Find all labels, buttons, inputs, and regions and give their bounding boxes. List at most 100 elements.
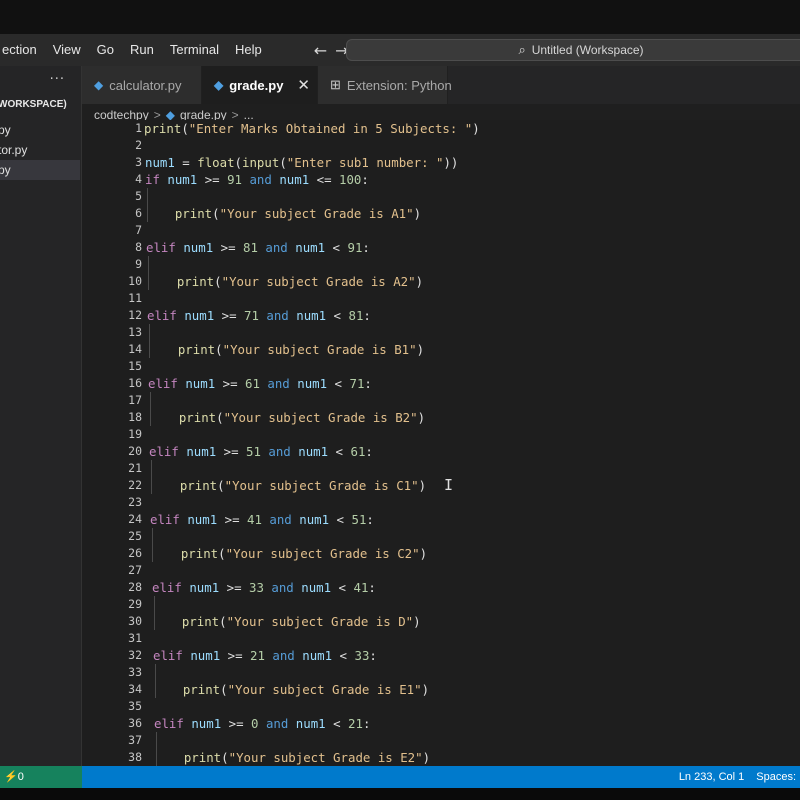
text-cursor-icon: I bbox=[444, 476, 454, 494]
menu-selection[interactable]: ection bbox=[0, 34, 45, 66]
code-line[interactable]: print("Enter Marks Obtained in 5 Subject… bbox=[144, 120, 480, 137]
line-number: 26 bbox=[128, 546, 142, 560]
code-token: "Your subject Grade is C2" bbox=[225, 546, 420, 561]
code-token: "Your subject Grade is A2" bbox=[221, 274, 416, 289]
code-token: ( bbox=[219, 614, 227, 629]
remote-indicator[interactable]: ⚡0 bbox=[0, 766, 82, 788]
code-token: >= bbox=[219, 580, 249, 595]
code-token: <= bbox=[309, 172, 340, 187]
code-token: ) bbox=[417, 410, 426, 425]
indent-guide bbox=[156, 732, 157, 766]
code-token: < bbox=[329, 512, 352, 527]
tab-grade[interactable]: ◆ grade.py ✕ bbox=[202, 66, 318, 104]
more-actions-icon[interactable]: ··· bbox=[50, 72, 65, 87]
code-token: "Your subject Grade is D" bbox=[226, 614, 414, 629]
code-token: elif bbox=[154, 716, 184, 731]
code-line[interactable]: elif num1 >= 61 and num1 < 71: bbox=[148, 375, 372, 392]
code-line[interactable]: elif num1 >= 33 and num1 < 41: bbox=[152, 579, 376, 596]
code-token: print bbox=[178, 410, 217, 425]
indent-guide bbox=[152, 528, 153, 562]
tab-calculator[interactable]: ◆ calculator.py bbox=[82, 66, 202, 104]
cursor-position[interactable]: Ln 233, Col 1 bbox=[679, 771, 744, 783]
line-number: 22 bbox=[128, 478, 142, 492]
code-line[interactable]: print("Your subject Grade is E1") bbox=[153, 681, 429, 698]
code-token: ( bbox=[216, 410, 224, 425]
code-token: num1 bbox=[296, 308, 327, 323]
status-right-group: Ln 233, Col 1 Spaces: bbox=[679, 771, 796, 783]
code-token: num1 bbox=[295, 240, 326, 255]
menu-terminal[interactable]: Terminal bbox=[162, 34, 227, 66]
code-token: num1 bbox=[295, 716, 326, 731]
code-token: num1 bbox=[301, 580, 332, 595]
code-line[interactable]: print("Your subject Grade is D") bbox=[152, 613, 421, 630]
code-line[interactable]: elif num1 >= 21 and num1 < 33: bbox=[153, 647, 377, 664]
code-token: : bbox=[363, 308, 371, 323]
code-line[interactable]: print("Your subject Grade is B1") bbox=[148, 341, 424, 358]
code-token: num1 bbox=[183, 240, 214, 255]
menu-go[interactable]: Go bbox=[89, 34, 122, 66]
tab-label: calculator.py bbox=[109, 77, 182, 93]
line-number: 24 bbox=[128, 512, 142, 526]
code-line[interactable]: elif num1 >= 81 and num1 < 91: bbox=[146, 239, 370, 256]
indent-guide bbox=[149, 324, 150, 358]
code-line[interactable]: elif num1 >= 41 and num1 < 51: bbox=[150, 511, 374, 528]
close-icon[interactable]: ✕ bbox=[297, 76, 310, 94]
line-number: 36 bbox=[128, 716, 142, 730]
code-line[interactable]: print("Your subject Grade is E2") bbox=[154, 749, 430, 766]
code-token: >= bbox=[221, 716, 251, 731]
code-line[interactable]: print("Your subject Grade is C2") bbox=[151, 545, 427, 562]
code-token: 71 bbox=[244, 308, 259, 323]
code-token: < bbox=[325, 240, 348, 255]
line-number: 16 bbox=[128, 376, 142, 390]
code-token: and bbox=[271, 580, 294, 595]
code-token: num1 bbox=[186, 444, 217, 459]
indentation-spaces[interactable]: Spaces: bbox=[756, 771, 796, 783]
code-line[interactable]: elif num1 >= 51 and num1 < 61: bbox=[149, 443, 373, 460]
line-number: 13 bbox=[128, 325, 142, 339]
code-editor[interactable]: 1 2 3 4 5 6 7 8 9 10 11 12 13 14 15 16 17 18 19 20 21 22 23 24 2… bbox=[82, 120, 800, 788]
code-token: < bbox=[326, 308, 349, 323]
workspace-header[interactable]: WORKSPACE) bbox=[0, 99, 67, 110]
code-token: ) bbox=[421, 682, 430, 697]
code-token: and bbox=[268, 444, 291, 459]
code-token: print bbox=[144, 121, 182, 136]
explorer-file-item[interactable]: py bbox=[0, 120, 80, 140]
code-token: and bbox=[265, 716, 289, 731]
code-line[interactable]: elif num1 >= 71 and num1 < 81: bbox=[147, 307, 371, 324]
line-number: 1 bbox=[135, 121, 142, 135]
code-token: 51 bbox=[246, 444, 261, 459]
code-line[interactable]: print("Your subject Grade is C1") bbox=[150, 477, 426, 494]
menu-run[interactable]: Run bbox=[122, 34, 162, 66]
code-token: print bbox=[183, 750, 222, 765]
status-bar: ⚡0 Ln 233, Col 1 Spaces: bbox=[0, 766, 800, 788]
code-token: elif bbox=[150, 512, 180, 527]
code-token: "Enter sub1 number: " bbox=[286, 155, 444, 170]
code-token: : bbox=[362, 240, 370, 255]
code-line[interactable]: print("Your subject Grade is A1") bbox=[145, 205, 421, 222]
explorer-file-item[interactable]: tor.py bbox=[0, 140, 80, 160]
line-number: 35 bbox=[128, 699, 142, 713]
code-token: num1 bbox=[279, 172, 310, 187]
code-line[interactable]: elif num1 >= 0 and num1 < 21: bbox=[154, 715, 370, 732]
back-arrow-icon[interactable]: ← bbox=[314, 41, 327, 60]
explorer-file-item-active[interactable]: py bbox=[0, 160, 80, 180]
line-number: 7 bbox=[135, 223, 142, 237]
menu-view[interactable]: View bbox=[45, 34, 89, 66]
code-token: ( bbox=[217, 478, 225, 493]
code-token: < bbox=[331, 580, 354, 595]
command-center[interactable]: ⌕ Untitled (Workspace) bbox=[346, 39, 800, 61]
indent-guide bbox=[154, 596, 155, 630]
code-token: 81 bbox=[348, 308, 364, 323]
tab-extension-python[interactable]: ⊞ Extension: Python bbox=[318, 66, 452, 104]
line-number: 17 bbox=[128, 393, 142, 407]
code-line[interactable]: print("Your subject Grade is A2") bbox=[147, 273, 423, 290]
code-line[interactable]: if num1 >= 91 and num1 <= 100: bbox=[145, 171, 369, 188]
code-line[interactable]: num1 = float(input("Enter sub1 number: "… bbox=[145, 154, 458, 171]
code-token: 21 bbox=[348, 716, 363, 731]
menu-help[interactable]: Help bbox=[227, 34, 270, 66]
code-line[interactable]: print("Your subject Grade is B2") bbox=[149, 409, 425, 426]
code-token: and bbox=[249, 172, 272, 187]
